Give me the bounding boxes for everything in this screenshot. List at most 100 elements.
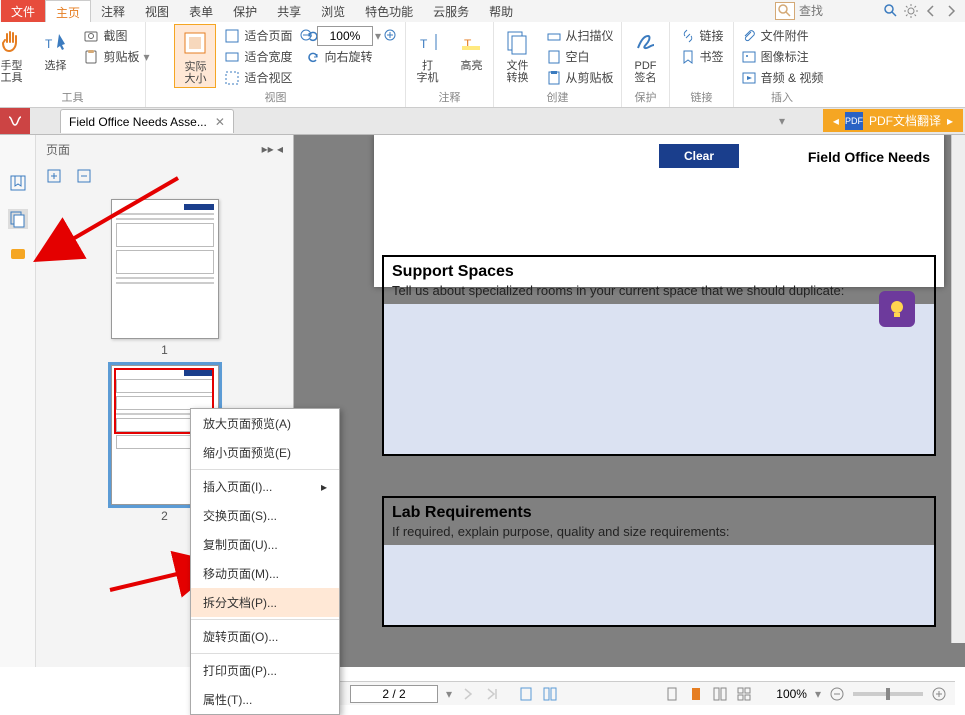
group-tools-label: 工具: [0, 89, 145, 105]
rotate-right-button[interactable]: 向右旋转: [301, 47, 377, 66]
file-convert-button[interactable]: 文件 转换: [498, 24, 538, 86]
hand-tool-button[interactable]: 手型 工具: [0, 24, 31, 86]
zoom-dropdown-icon[interactable]: ▾: [375, 29, 381, 43]
image-annot-button[interactable]: 图像标注: [737, 47, 828, 66]
nav-back-icon[interactable]: [923, 3, 939, 19]
last-page-icon[interactable]: [484, 686, 500, 702]
media-button[interactable]: 音频 & 视频: [737, 68, 828, 87]
fit-visible-button[interactable]: 适合视区: [220, 68, 296, 87]
menu-home[interactable]: 主页: [45, 0, 91, 22]
zoom-out-icon[interactable]: [299, 28, 315, 44]
home-tab-icon[interactable]: [0, 108, 30, 134]
comments-panel-icon[interactable]: [8, 245, 28, 265]
statusbar: ▾ 100% ▾: [294, 681, 955, 705]
search-dropdown-icon[interactable]: [775, 2, 795, 20]
next-page-icon[interactable]: [460, 686, 476, 702]
svg-text:T: T: [420, 37, 428, 51]
zoom-in-status-icon[interactable]: [931, 686, 947, 702]
snapshot-button[interactable]: 截图: [79, 26, 153, 45]
pages-panel-icon[interactable]: [8, 209, 28, 229]
section-1-field[interactable]: [384, 304, 934, 454]
pages-panel-title: 页面: [46, 141, 70, 158]
menu-share[interactable]: 共享: [267, 0, 311, 22]
zoom-out-status-icon[interactable]: [829, 686, 845, 702]
section-2-text: If required, explain purpose, quality an…: [384, 524, 934, 545]
actual-size-button[interactable]: 实际 大小: [174, 24, 216, 88]
document-viewport[interactable]: Clear Field Office Needs Support Spaces …: [294, 135, 965, 667]
highlight-button[interactable]: T高亮: [452, 24, 492, 74]
expand-all-icon[interactable]: [46, 168, 62, 184]
menu-help[interactable]: 帮助: [479, 0, 523, 22]
vertical-scrollbar[interactable]: [951, 135, 965, 643]
ctx-insert-page[interactable]: 插入页面(I)...▸: [191, 472, 339, 501]
fit-width-button[interactable]: 适合宽度: [220, 47, 296, 66]
zoom-slider[interactable]: [853, 692, 923, 696]
ctx-zoom-out[interactable]: 缩小页面预览(E): [191, 438, 339, 467]
collapse-all-icon[interactable]: [76, 168, 92, 184]
blank-page-button[interactable]: 空白: [542, 47, 618, 66]
group-protect-label: 保护: [622, 89, 669, 105]
typewriter-button[interactable]: T打 字机: [408, 24, 448, 86]
ctx-split-doc[interactable]: 拆分文档(P)...: [191, 588, 339, 617]
tab-title: Field Office Needs Asse...: [69, 115, 207, 129]
zoom-in-icon[interactable]: [383, 28, 399, 44]
menu-cloud[interactable]: 云服务: [423, 0, 479, 22]
layout-3-icon[interactable]: [712, 686, 728, 702]
group-create-label: 创建: [494, 89, 621, 105]
ctx-zoom-in[interactable]: 放大页面预览(A): [191, 409, 339, 438]
ctx-swap-page[interactable]: 交换页面(S)...: [191, 501, 339, 530]
zoom-dropdown-status-icon[interactable]: ▾: [815, 687, 821, 701]
ctx-copy-page[interactable]: 复制页面(U)...: [191, 530, 339, 559]
fit-page-button[interactable]: 适合页面: [220, 26, 296, 45]
section-1-heading: Support Spaces: [384, 257, 934, 283]
pdf-sign-button[interactable]: PDF 签名: [626, 24, 666, 86]
section-2-heading: Lab Requirements: [384, 498, 934, 524]
clipboard-button[interactable]: 剪贴板▾: [79, 47, 153, 66]
menu-protect[interactable]: 保护: [223, 0, 267, 22]
select-tool-button[interactable]: T 选择: [35, 24, 75, 74]
group-annotate-label: 注释: [406, 89, 493, 105]
ctx-move-page[interactable]: 移动页面(M)...: [191, 559, 339, 588]
menu-view[interactable]: 视图: [135, 0, 179, 22]
section-2-field[interactable]: [384, 545, 934, 625]
menu-features[interactable]: 特色功能: [355, 0, 423, 22]
bookmark-button[interactable]: 书签: [676, 47, 728, 66]
clear-button[interactable]: Clear: [659, 144, 739, 168]
from-clipboard-button[interactable]: 从剪贴板: [542, 68, 618, 87]
from-scanner-button[interactable]: 从扫描仪: [542, 26, 618, 45]
link-button[interactable]: 链接: [676, 26, 728, 45]
nav-fwd-icon[interactable]: [943, 3, 959, 19]
panel-menu-icon[interactable]: ◂: [277, 142, 283, 156]
page-thumbnail-1[interactable]: 1: [111, 199, 219, 357]
hint-bulb-icon[interactable]: [879, 291, 915, 327]
ctx-print-page[interactable]: 打印页面(P)...: [191, 656, 339, 685]
context-menu: 放大页面预览(A) 缩小页面预览(E) 插入页面(I)...▸ 交换页面(S).…: [190, 408, 340, 715]
menu-file[interactable]: 文件: [1, 0, 45, 22]
search-input[interactable]: [799, 4, 879, 18]
layout-2-icon[interactable]: [688, 686, 704, 702]
group-insert-label: 插入: [734, 89, 830, 105]
page-dropdown-icon[interactable]: ▾: [446, 687, 452, 701]
search-icon[interactable]: [883, 3, 899, 19]
menu-form[interactable]: 表单: [179, 0, 223, 22]
left-sidebar: [0, 135, 36, 667]
page-number-input[interactable]: [350, 685, 438, 703]
settings-icon[interactable]: [903, 3, 919, 19]
ctx-properties[interactable]: 属性(T)...: [191, 685, 339, 714]
close-tab-icon[interactable]: ✕: [215, 115, 225, 129]
layout-4-icon[interactable]: [736, 686, 752, 702]
bookmarks-panel-icon[interactable]: [8, 173, 28, 193]
ctx-rotate-page[interactable]: 旋转页面(O)...: [191, 622, 339, 651]
menu-annotate[interactable]: 注释: [91, 0, 135, 22]
promo-banner[interactable]: ◂ PDF PDF文档翻译 ▸: [823, 109, 963, 132]
attach-file-button[interactable]: 文件附件: [737, 26, 828, 45]
document-tab[interactable]: Field Office Needs Asse... ✕: [60, 109, 234, 133]
view-mode-1-icon[interactable]: [518, 686, 534, 702]
thumb-2-label: 2: [161, 509, 168, 523]
layout-1-icon[interactable]: [664, 686, 680, 702]
view-mode-2-icon[interactable]: [542, 686, 558, 702]
menu-browse[interactable]: 浏览: [311, 0, 355, 22]
tab-dropdown-icon[interactable]: ▾: [779, 114, 785, 128]
zoom-input[interactable]: [317, 26, 373, 46]
panel-collapse-icon[interactable]: ▸▸: [262, 142, 274, 156]
